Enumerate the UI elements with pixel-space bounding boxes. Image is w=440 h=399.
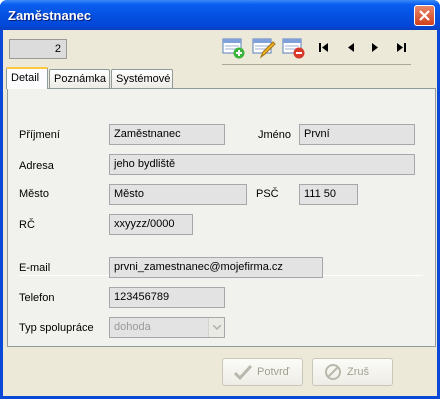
cooperation-select[interactable]: dohoda	[109, 317, 225, 338]
confirm-label: Potvrď	[257, 366, 290, 378]
toolbar-divider	[222, 64, 411, 65]
confirm-button[interactable]: Potvrď	[222, 358, 303, 386]
surname-field[interactable]: Zaměstnanec	[109, 124, 225, 145]
city-label: Město	[19, 188, 49, 200]
checkmark-icon	[233, 363, 253, 381]
close-icon	[419, 10, 430, 21]
address-field[interactable]: jeho bydliště	[109, 154, 415, 175]
name-label: Jméno	[258, 129, 292, 141]
title-bar[interactable]: Zaměstnanec	[0, 0, 440, 30]
name-field[interactable]: První	[299, 124, 415, 145]
record-number-field[interactable]: 2	[9, 39, 67, 59]
id-number-field[interactable]: xxyyzz/0000	[109, 214, 193, 235]
cooperation-value: dohoda	[114, 321, 151, 333]
prev-record-icon	[348, 42, 354, 52]
city-field[interactable]: Město	[109, 184, 247, 205]
edit-record-icon	[252, 38, 276, 59]
cancel-button[interactable]: Zruš	[312, 358, 393, 386]
prev-record-button[interactable]	[343, 40, 359, 54]
tab-detail[interactable]: Detail	[6, 67, 48, 89]
last-record-button[interactable]	[393, 40, 409, 54]
tab-poznamka[interactable]: Poznámka	[49, 69, 110, 88]
first-record-icon	[319, 42, 328, 52]
id-number-label: RČ	[19, 219, 35, 231]
delete-record-button[interactable]	[282, 36, 306, 60]
email-field[interactable]: prvni_zamestnanec@mojefirma.cz	[109, 257, 323, 278]
zip-field[interactable]: 111 50	[299, 184, 358, 205]
zip-label: PSČ	[256, 188, 279, 200]
new-record-button[interactable]	[222, 36, 246, 60]
close-button[interactable]	[414, 5, 435, 26]
last-record-icon	[397, 42, 406, 52]
detail-panel: Příjmení Zaměstnanec Jméno První Adresa …	[7, 88, 436, 347]
phone-field[interactable]: 123456789	[109, 287, 225, 308]
chevron-down-icon[interactable]	[208, 318, 224, 337]
surname-label: Příjmení	[19, 129, 60, 141]
delete-record-icon	[282, 38, 305, 59]
cancel-icon	[323, 363, 343, 381]
dialog-body: 2 Detail Poznámka Systémové Příjmení Zam…	[3, 30, 437, 396]
phone-label: Telefon	[19, 292, 55, 304]
cancel-label: Zruš	[347, 366, 369, 378]
next-record-icon	[372, 42, 378, 52]
app-window: Zaměstnanec 2 Detail Poznámka Systémové …	[0, 0, 440, 399]
edit-record-button[interactable]	[252, 36, 276, 60]
new-record-icon	[222, 38, 245, 59]
first-record-button[interactable]	[316, 40, 332, 54]
tab-systemove[interactable]: Systémové	[111, 69, 173, 88]
address-label: Adresa	[19, 160, 54, 172]
next-record-button[interactable]	[367, 40, 383, 54]
email-label: E-mail	[19, 262, 51, 274]
cooperation-label: Typ spolupráce	[19, 322, 94, 334]
window-title: Zaměstnanec	[8, 8, 92, 23]
